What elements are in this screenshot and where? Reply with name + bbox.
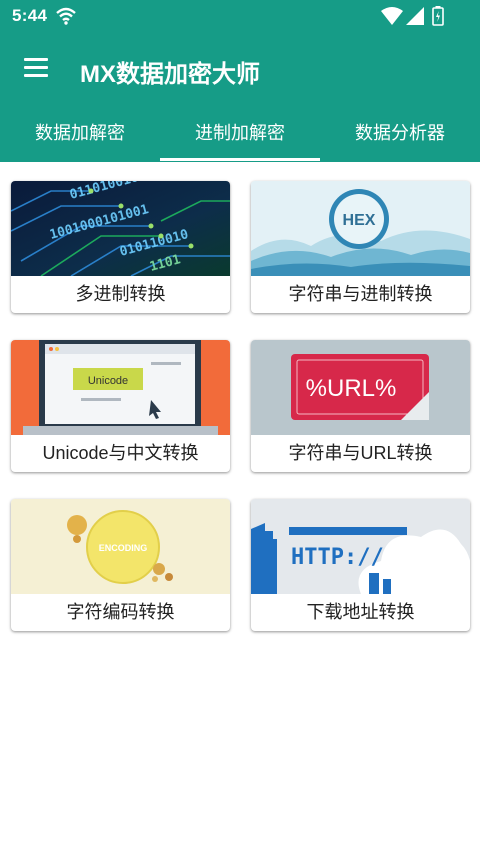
menu-button[interactable] bbox=[22, 55, 52, 81]
tab-base-encrypt[interactable]: 进制加解密 bbox=[160, 106, 320, 162]
card-char-encoding-conversion[interactable]: ENCODING 字符编码转换 bbox=[11, 499, 230, 631]
cell-signal-icon bbox=[406, 7, 424, 30]
unicode-laptop-image: Unicode bbox=[11, 340, 230, 435]
card-string-base-conversion[interactable]: HEX 字符串与进制转换 bbox=[251, 181, 470, 313]
hex-landscape-image: HEX bbox=[251, 181, 470, 276]
http-cloud-image: HTTP:// bbox=[251, 499, 470, 594]
card-label: 字符编码转换 bbox=[66, 602, 175, 622]
battery-icon bbox=[432, 6, 444, 31]
hex-badge-text: HEX bbox=[343, 212, 376, 229]
app-bar: MX数据加密大师 bbox=[0, 33, 480, 106]
status-time: 5:44 bbox=[12, 6, 48, 25]
card-download-url-conversion[interactable]: HTTP:// 下载地址转换 bbox=[251, 499, 470, 631]
card-multi-base-conversion[interactable]: 01101001010 1001000101001 010110010 1101… bbox=[11, 181, 230, 313]
encoding-circle-image: ENCODING bbox=[11, 499, 230, 594]
hamburger-icon-line bbox=[24, 66, 48, 69]
http-text: HTTP:// bbox=[291, 545, 384, 570]
card-label: 多进制转换 bbox=[75, 284, 166, 304]
tab-data-analyzer[interactable]: 数据分析器 bbox=[320, 106, 480, 162]
card-string-url-conversion[interactable]: %URL% 字符串与URL转换 bbox=[251, 340, 470, 472]
url-sticker-text: %URL% bbox=[306, 375, 397, 402]
encoding-text: ENCODING bbox=[99, 543, 148, 553]
unicode-box-text: Unicode bbox=[88, 375, 128, 387]
card-unicode-chinese-conversion[interactable]: Unicode Unicode与中文转换 bbox=[11, 340, 230, 472]
tab-data-encrypt[interactable]: 数据加解密 bbox=[0, 106, 160, 162]
binary-circuit-image: 01101001010 1001000101001 010110010 1101 bbox=[11, 181, 230, 276]
hamburger-icon-line bbox=[24, 58, 48, 61]
app-title: MX数据加密大师 bbox=[80, 61, 260, 88]
url-sticker-image: %URL% bbox=[251, 340, 470, 435]
card-label: Unicode与中文转换 bbox=[42, 443, 199, 463]
status-bar: 5:44 bbox=[0, 0, 480, 33]
tab-bar: 数据加解密 进制加解密 数据分析器 bbox=[0, 106, 480, 162]
wifi-small-icon bbox=[55, 6, 77, 31]
card-label: 字符串与URL转换 bbox=[288, 443, 433, 463]
tab-indicator bbox=[160, 158, 320, 161]
hamburger-icon-line bbox=[24, 74, 48, 77]
card-label: 下载地址转换 bbox=[306, 602, 415, 622]
card-label: 字符串与进制转换 bbox=[288, 284, 433, 304]
wifi-signal-icon bbox=[381, 7, 403, 30]
